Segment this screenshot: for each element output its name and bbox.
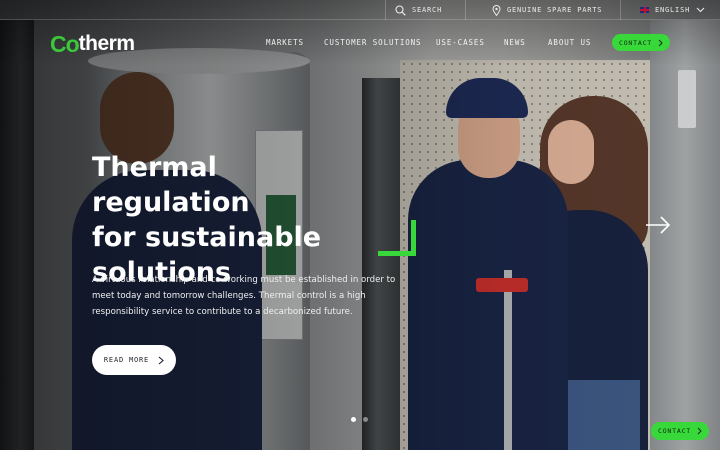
logo-mark: Co <box>50 30 80 57</box>
logo-wordmark: therm <box>78 32 135 55</box>
location-pin-icon <box>492 4 501 16</box>
slide-dot-2[interactable] <box>363 417 368 422</box>
nav-item-markets[interactable]: MARKETS <box>266 38 304 47</box>
utility-bar: SEARCH GENUINE SPARE PARTS ENGLISH <box>0 0 720 20</box>
hero-description: A virtuous relationship and co-working m… <box>92 275 396 317</box>
read-more-button[interactable]: READ MORE <box>92 345 176 375</box>
cotherm-logo[interactable]: Co therm <box>50 30 135 57</box>
search-label: SEARCH <box>412 6 443 14</box>
chevron-right-icon <box>697 427 702 435</box>
spare-parts-link[interactable]: GENUINE SPARE PARTS <box>492 3 602 17</box>
floating-contact-label: CONTACT <box>658 427 691 435</box>
spare-parts-label: GENUINE SPARE PARTS <box>507 6 603 14</box>
contact-button[interactable]: CONTACT <box>612 34 670 51</box>
utility-divider <box>465 0 466 20</box>
decorative-corner-bracket <box>378 220 416 256</box>
hero-title: Thermal regulation for sustainable solut… <box>92 150 382 290</box>
nav-item-use-cases[interactable]: USE-CASES <box>436 38 485 47</box>
nav-item-about-us[interactable]: ABOUT US <box>548 38 591 47</box>
chevron-right-icon <box>658 39 663 46</box>
search-link[interactable]: SEARCH <box>395 3 442 17</box>
nav-item-news[interactable]: NEWS <box>504 38 526 47</box>
chevron-right-icon <box>158 356 164 364</box>
read-more-label: READ MORE <box>103 356 150 364</box>
search-icon <box>395 4 406 16</box>
utility-divider <box>385 0 386 20</box>
nav-item-customer-solutions[interactable]: CUSTOMER SOLUTIONS <box>324 38 421 47</box>
floating-contact-button[interactable]: CONTACT <box>651 422 709 440</box>
chevron-down-icon <box>696 7 705 13</box>
hero-title-line: Thermal regulation <box>92 152 250 218</box>
slide-pagination <box>351 417 368 422</box>
next-slide-arrow-icon[interactable] <box>644 214 672 236</box>
uk-flag-icon <box>640 7 649 13</box>
language-label: ENGLISH <box>655 6 691 14</box>
language-selector[interactable]: ENGLISH <box>640 3 705 17</box>
contact-label: CONTACT <box>619 38 652 47</box>
hero-title-line: for sustainable <box>92 222 322 253</box>
slide-dot-1[interactable] <box>351 417 356 422</box>
utility-divider <box>620 0 621 20</box>
